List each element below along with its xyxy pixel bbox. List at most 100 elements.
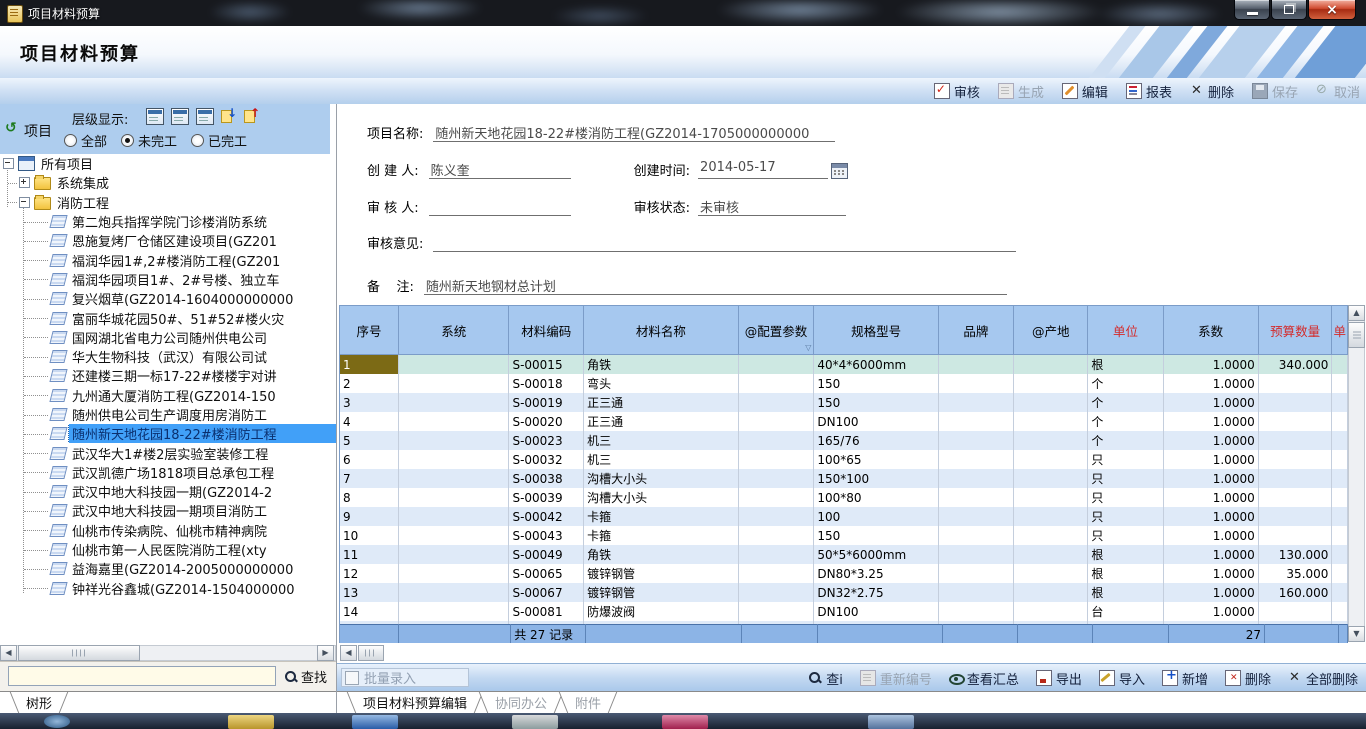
add-button[interactable]: 新增 [1162,669,1208,688]
column-header[interactable]: 单位 [1088,306,1163,355]
tree-item[interactable]: 随州供电公司生产调度用房消防工 [0,405,336,424]
table-row[interactable]: 13S-00067镀锌钢管DN32*2.75根1.0000160.000 [340,583,1348,602]
project-name-field[interactable]: 随州新天地花园18-22#楼消防工程(GZ2014-1705000000000 [433,123,835,142]
table-row[interactable]: 6S-00032机三100*65只1.0000 [340,450,1348,469]
table-row[interactable]: 9S-00042卡箍100只1.0000 [340,507,1348,526]
audit-status-field[interactable]: 未审核 [698,197,846,216]
scrollbar-track[interactable] [1348,305,1365,642]
tree-item[interactable]: 九州通大厦消防工程(GZ2014-150 [0,386,336,405]
expander-minus-icon[interactable] [19,197,30,208]
table-row[interactable]: 11S-00049角铁50*5*6000mm根1.0000130.000 [340,545,1348,564]
table-row[interactable]: 14S-00081防爆波阀DN100台1.0000 [340,602,1348,621]
import-button[interactable]: 导入 [1099,669,1145,688]
find-button[interactable]: 查找 [284,667,327,686]
expander-plus-icon[interactable] [19,177,30,188]
column-header[interactable]: @产地 [1014,306,1088,355]
table-row[interactable]: 5S-00023机三165/76个1.0000 [340,431,1348,450]
column-header[interactable]: 单 [1332,306,1348,355]
tree-item[interactable]: 国网湖北省电力公司随州供电公司 [0,328,336,347]
column-header[interactable]: 规格型号 [814,306,938,355]
tab-collaboration[interactable]: 协同办公 [481,692,561,712]
column-header[interactable]: 系统 [398,306,509,355]
tree-view-icon[interactable] [146,108,164,125]
tree-item[interactable]: 随州新天地花园18-22#楼消防工程 [0,424,336,443]
tree-item[interactable]: 武汉凯德广场1818项目总承包工程 [0,463,336,482]
scrollbar-thumb[interactable] [18,645,140,661]
list-view-icon[interactable] [171,108,189,125]
calendar-icon[interactable] [831,163,848,179]
taskbar-app-icon[interactable] [352,715,398,729]
taskbar-app-icon[interactable] [868,715,914,729]
tree-item[interactable]: 钟祥光谷鑫城(GZ2014-1504000000 [0,579,336,598]
creator-field[interactable]: 陈义奎 [429,160,571,179]
scroll-right-arrow[interactable]: ▶ [317,645,334,661]
scrollbar-thumb[interactable] [1348,322,1365,348]
view-summary-button[interactable]: 查看汇总 [949,669,1019,688]
column-header[interactable]: 预算数量 [1258,306,1332,355]
table-row[interactable]: 12S-00065镀锌钢管DN80*3.25根1.000035.000 [340,564,1348,583]
tree-item[interactable]: 福润华园项目1#、2#号楼、独立车 [0,270,336,289]
delete-all-button[interactable]: 全部删除 [1288,669,1358,688]
tree-item[interactable]: 所有项目 [0,154,336,173]
tree-item[interactable]: 第二炮兵指挥学院门诊楼消防系统 [0,212,336,231]
remark-field[interactable]: 随州新天地钢材总计划 [424,276,1007,295]
table-row[interactable]: 2S-00018弯头150个1.0000 [340,374,1348,393]
restore-button[interactable] [1271,0,1307,20]
audit-button[interactable]: 审核 [934,82,980,101]
taskbar-app-icon[interactable] [228,715,274,729]
tree-item[interactable]: 还建楼三期一标17-22#楼楼宇对讲 [0,366,336,385]
refresh-icon[interactable]: ↺ [5,120,17,136]
scroll-down-arrow[interactable]: ▼ [1348,626,1365,642]
tree-item[interactable]: 富丽华城花园50#、51#52#楼火灾 [0,308,336,327]
minimize-button[interactable] [1234,0,1270,20]
tree-item[interactable]: 仙桃市第一人民医院消防工程(xty [0,540,336,559]
expander-minus-icon[interactable] [3,158,14,169]
table-row[interactable]: 8S-00039沟槽大小头100*80只1.0000 [340,488,1348,507]
filter-icon[interactable]: ▽ [805,343,811,352]
table-row[interactable]: 4S-00020正三通DN100个1.0000 [340,412,1348,431]
close-button[interactable]: × [1308,0,1356,20]
delete-button[interactable]: 删除 [1190,82,1234,101]
column-header[interactable]: 品牌 [938,306,1013,355]
export-button[interactable]: 导出 [1036,669,1082,688]
scroll-up-arrow[interactable]: ▲ [1348,305,1365,321]
scrollbar-thumb[interactable] [358,645,384,661]
tab-attachments[interactable]: 附件 [561,692,615,712]
search-button[interactable]: 查i [808,669,843,688]
taskbar-app-icon[interactable] [512,715,558,729]
start-orb[interactable] [44,715,70,728]
remove-button[interactable]: 删除 [1225,669,1271,688]
scroll-left-arrow[interactable]: ◀ [0,645,17,661]
table-row[interactable]: 3S-00019正三通150个1.0000 [340,393,1348,412]
auditor-field[interactable] [429,197,571,216]
tree-item[interactable]: 益海嘉里(GZ2014-2005000000000 [0,559,336,578]
table-row[interactable]: 1S-00015角铁40*4*6000mm根1.0000340.000 [340,355,1348,375]
tree-item[interactable]: 复兴烟草(GZ2014-1604000000000 [0,289,336,308]
tree-item[interactable]: 武汉华大1#楼2层实验室装修工程 [0,443,336,462]
tree-item[interactable]: 仙桃市传染病院、仙桃市精神病院 [0,521,336,540]
column-header[interactable]: 系数 [1163,306,1258,355]
taskbar-app-icon[interactable] [662,715,708,729]
tree-item[interactable]: 系统集成 [0,173,336,192]
tree-item[interactable]: 华大生物科技（武汉）有限公司试 [0,347,336,366]
tree-item[interactable]: 武汉中地大科技园一期(GZ2014-2 [0,482,336,501]
tree-item[interactable]: 武汉中地大科技园一期项目消防工 [0,501,336,520]
edit-button[interactable]: 编辑 [1062,82,1108,101]
table-row[interactable]: 7S-00038沟槽大小头150*100只1.0000 [340,469,1348,488]
column-header[interactable]: 材料名称 [584,306,738,355]
sort-desc-icon[interactable] [221,108,237,123]
radio-unfinished[interactable]: 未完工 [121,131,177,150]
tab-tree-view[interactable]: 树形 [12,692,66,712]
radio-finished[interactable]: 已完工 [191,131,247,150]
report-button[interactable]: 报表 [1126,82,1172,101]
table-row[interactable]: 10S-00043卡箍150只1.0000 [340,526,1348,545]
create-time-field[interactable]: 2014-05-17 [698,160,828,179]
tab-budget-edit[interactable]: 项目材料预算编辑 [349,692,481,712]
grid-view-icon[interactable] [196,108,214,125]
tree-search-input[interactable] [8,666,276,686]
sort-asc-icon[interactable] [244,108,260,123]
scroll-left-arrow[interactable]: ◀ [340,645,357,661]
audit-opinion-field[interactable] [433,233,1016,252]
tree-item[interactable]: 恩施复烤厂仓储区建设项目(GZ201 [0,231,336,250]
radio-all[interactable]: 全部 [64,131,107,150]
